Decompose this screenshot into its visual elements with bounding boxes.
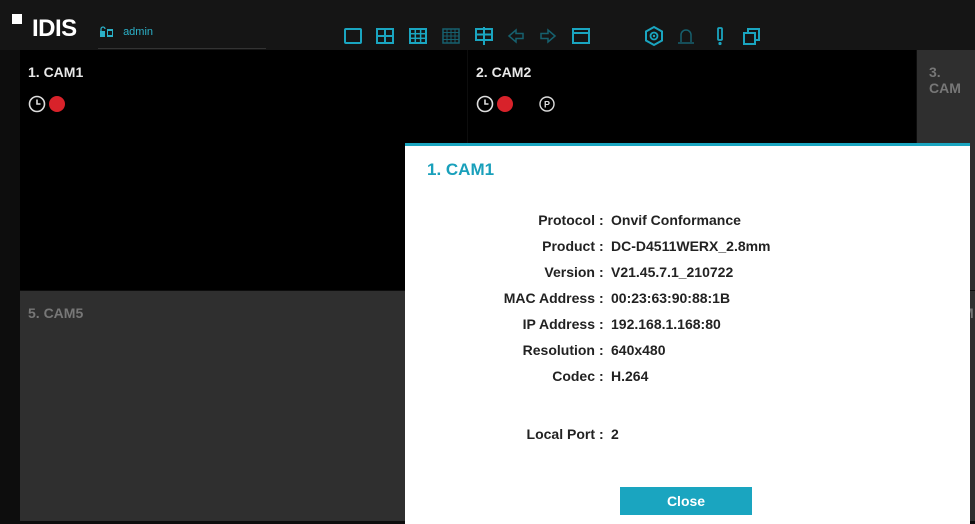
- info-value: 00:23:63:90:88:1B: [611, 290, 731, 306]
- user-indicator[interactable]: admin: [100, 26, 153, 48]
- camera-tile-5[interactable]: 5. CAM5: [20, 291, 467, 521]
- camera-info-dialog: 1. CAM1 Protocol : Onvif Conformance Pro…: [405, 143, 970, 524]
- previous-group-icon[interactable]: [504, 24, 528, 48]
- camera-title: 5. CAM5: [28, 305, 84, 321]
- info-value: 640x480: [611, 342, 666, 358]
- info-label: Protocol: [538, 212, 595, 228]
- info-label: IP Address: [522, 316, 595, 332]
- dialog-title: 1. CAM1: [427, 160, 495, 179]
- info-row-version: Version : V21.45.7.1_210722: [544, 264, 734, 280]
- info-value: V21.45.7.1_210722: [611, 264, 734, 280]
- ptz-icon: P: [539, 96, 555, 112]
- camera-title: 2. CAM2: [476, 64, 532, 80]
- alert-icon[interactable]: [708, 24, 732, 48]
- window-icon[interactable]: [569, 24, 593, 48]
- camera-tile-1[interactable]: 1. CAM1: [20, 50, 467, 290]
- info-label: Resolution: [522, 342, 595, 358]
- idis-logo: IDIS: [12, 14, 84, 42]
- close-button[interactable]: Close: [620, 487, 752, 515]
- schedule-clock-icon: [476, 95, 494, 113]
- quad-layout-icon[interactable]: [373, 24, 397, 48]
- settings-icon[interactable]: [642, 24, 666, 48]
- schedule-clock-icon: [28, 95, 46, 113]
- info-value: 192.168.1.168:80: [611, 316, 721, 332]
- info-label: Local Port: [526, 426, 595, 442]
- top-toolbar: IDIS admin: [0, 0, 975, 50]
- camera-title: 1. CAM1: [28, 64, 84, 80]
- info-row-mac-address: MAC Address : 00:23:63:90:88:1B: [503, 290, 731, 306]
- info-row-protocol: Protocol : Onvif Conformance: [538, 212, 741, 228]
- user-icon[interactable]: [674, 24, 698, 48]
- user-name: admin: [123, 26, 154, 38]
- svg-text:P: P: [544, 100, 550, 110]
- camera-title: 3. CAM: [929, 64, 961, 96]
- info-value: Onvif Conformance: [611, 212, 741, 228]
- nine-split-layout-icon[interactable]: [406, 24, 430, 48]
- info-label: Codec: [552, 368, 595, 384]
- next-group-icon[interactable]: [536, 24, 560, 48]
- single-layout-icon[interactable]: [341, 24, 365, 48]
- recording-icon: [497, 96, 513, 112]
- recording-icon: [49, 96, 65, 112]
- info-row-resolution: Resolution : 640x480: [522, 342, 666, 358]
- info-value: DC-D4511WERX_2.8mm: [611, 238, 771, 254]
- info-row-codec: Codec : H.264: [552, 368, 649, 384]
- sixteen-split-layout-icon[interactable]: [439, 24, 463, 48]
- info-label: Product: [542, 238, 595, 254]
- info-label: Version: [544, 264, 595, 280]
- user-lock-icon: [100, 26, 113, 38]
- info-row-ip-address: IP Address : 192.168.1.168:80: [522, 316, 721, 332]
- info-value: H.264: [611, 368, 649, 384]
- info-value: 2: [611, 426, 619, 442]
- info-row-local-port: Local Port : 2: [526, 426, 619, 442]
- custom-layout-icon[interactable]: [472, 24, 496, 48]
- info-row-product: Product : DC-D4511WERX_2.8mm: [542, 238, 771, 254]
- info-label: MAC Address: [503, 290, 595, 306]
- copy-windows-icon[interactable]: [740, 24, 764, 48]
